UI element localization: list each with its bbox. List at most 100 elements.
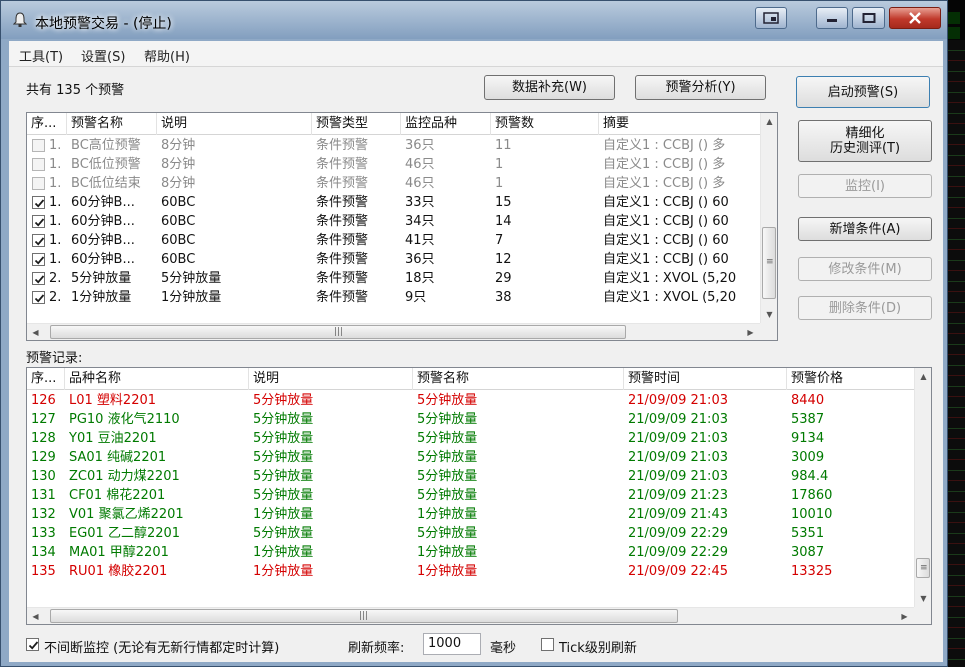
alert-col-type[interactable]: 预警类型 xyxy=(312,113,401,135)
alert-row[interactable]: 1. BC低位结束 8分钟 条件预警 46只 1 自定义1 : CCBJ () 多 xyxy=(27,174,760,193)
alert-enable-checkbox[interactable] xyxy=(32,139,45,152)
alert-analysis-button[interactable]: 预警分析(Y) xyxy=(635,75,766,100)
restore-tray-button[interactable] xyxy=(755,7,787,29)
alert-enable-checkbox[interactable] xyxy=(32,158,45,171)
alert-row[interactable]: 1. 60分钟B... 60BC 条件预警 33只 15 自定义1 : CCBJ () 60 xyxy=(27,193,760,212)
record-list-hscroll-thumb[interactable]: ||| xyxy=(50,609,678,623)
alert-row[interactable]: 1. 60分钟B... 60BC 条件预警 34只 14 自定义1 : CCBJ () 60 xyxy=(27,212,760,231)
alert-cell-name: BC高位预警 xyxy=(71,138,141,153)
scroll-left-arrow-icon[interactable]: ◀ xyxy=(27,608,44,624)
alert-cell-count: 38 xyxy=(495,290,512,305)
alert-col-seq[interactable]: 序... xyxy=(27,113,67,135)
alert-row[interactable]: 2. 5分钟放量 5分钟放量 条件预警 18只 29 自定义1 : XVOL (5,20 xyxy=(27,269,760,288)
continuous-monitor-checkbox[interactable] xyxy=(26,638,39,651)
alert-cell-type: 条件预警 xyxy=(316,138,369,153)
record-col-price[interactable]: 预警价格 xyxy=(787,368,914,390)
modify-condition-button[interactable]: 修改条件(M) xyxy=(798,257,932,281)
alert-col-name[interactable]: 预警名称 xyxy=(67,113,157,135)
alert-cell-symbols: 9只 xyxy=(405,290,427,305)
alert-cell-seq: 1. xyxy=(49,138,62,153)
backtest-button[interactable]: 精细化 历史测评(T) xyxy=(798,120,932,162)
alert-row[interactable]: 1. 60分钟B... 60BC 条件预警 36只 12 自定义1 : CCBJ () 60 xyxy=(27,250,760,269)
alert-col-count[interactable]: 预警数 xyxy=(491,113,599,135)
alert-list-hscroll[interactable]: ◀ ||| ▶ xyxy=(27,323,760,340)
alert-col-desc[interactable]: 说明 xyxy=(157,113,312,135)
alert-enable-checkbox[interactable] xyxy=(32,215,45,228)
alert-enable-checkbox[interactable] xyxy=(32,272,45,285)
scroll-right-arrow-icon[interactable]: ▶ xyxy=(742,324,759,340)
alert-row[interactable]: 1. BC低位预警 8分钟 条件预警 46只 1 自定义1 : CCBJ () 多 xyxy=(27,155,760,174)
scroll-right-arrow-icon[interactable]: ▶ xyxy=(896,608,913,624)
record-list-hscroll[interactable]: ◀ ||| ▶ xyxy=(27,607,914,624)
menu-tools[interactable]: 工具(T) xyxy=(19,46,63,65)
record-col-desc[interactable]: 说明 xyxy=(249,368,413,390)
record-row[interactable]: 135 RU01 橡胶2201 1分钟放量 1分钟放量 21/09/09 22:45 13… xyxy=(27,562,914,581)
alert-cell-summary: 自定义1 : CCBJ () 60 xyxy=(603,233,729,248)
alert-enable-checkbox[interactable] xyxy=(32,253,45,266)
record-row[interactable]: 131 CF01 棉花2201 5分钟放量 5分钟放量 21/09/09 21:23 17… xyxy=(27,486,914,505)
alert-list-vscroll-thumb[interactable]: ≡ xyxy=(762,227,776,299)
tray-icon xyxy=(763,12,779,24)
record-row[interactable]: 130 ZC01 动力煤2201 5分钟放量 5分钟放量 21/09/09 21:03 9… xyxy=(27,467,914,486)
alert-row[interactable]: 2. 1分钟放量 1分钟放量 条件预警 9只 38 自定义1 : XVOL (5,20 xyxy=(27,288,760,307)
record-col-alert[interactable]: 预警名称 xyxy=(413,368,624,390)
record-cell-symbol: V01 聚氯乙烯2201 xyxy=(69,507,184,522)
record-row[interactable]: 132 V01 聚氯乙烯2201 1分钟放量 1分钟放量 21/09/09 21:43 1… xyxy=(27,505,914,524)
tick-refresh-checkbox[interactable] xyxy=(541,638,554,651)
record-list-vscroll-thumb[interactable]: ≡ xyxy=(916,558,930,578)
alert-enable-checkbox[interactable] xyxy=(32,196,45,209)
add-condition-button[interactable]: 新增条件(A) xyxy=(798,217,932,241)
alert-list[interactable]: 序... 预警名称 说明 预警类型 监控品种 预警数 摘要 1. BC高位预警 8分… xyxy=(26,112,778,341)
alert-cell-seq: 1. xyxy=(49,195,62,210)
close-button[interactable] xyxy=(889,7,941,29)
alert-col-symbols[interactable]: 监控品种 xyxy=(401,113,491,135)
scroll-up-arrow-icon[interactable]: ▲ xyxy=(915,368,931,385)
scroll-down-arrow-icon[interactable]: ▼ xyxy=(761,306,777,323)
alert-cell-summary: 自定义1 : CCBJ () 多 xyxy=(603,138,726,153)
record-row[interactable]: 133 EG01 乙二醇2201 5分钟放量 5分钟放量 21/09/09 22:29 5… xyxy=(27,524,914,543)
record-cell-alert: 1分钟放量 xyxy=(417,507,478,522)
record-cell-time: 21/09/09 21:03 xyxy=(628,469,728,484)
alert-cell-desc: 8分钟 xyxy=(161,157,196,172)
alert-cell-type: 条件预警 xyxy=(316,252,369,267)
title-bar[interactable]: 本地预警交易 - (停止) xyxy=(1,1,947,39)
data-supplement-button[interactable]: 数据补充(W) xyxy=(484,75,615,100)
menu-settings[interactable]: 设置(S) xyxy=(81,46,125,65)
record-col-symbol[interactable]: 品种名称 xyxy=(65,368,249,390)
alert-enable-checkbox[interactable] xyxy=(32,177,45,190)
record-cell-desc: 5分钟放量 xyxy=(253,431,314,446)
record-cell-time: 21/09/09 21:03 xyxy=(628,431,728,446)
record-row[interactable]: 129 SA01 纯碱2201 5分钟放量 5分钟放量 21/09/09 21:03 30… xyxy=(27,448,914,467)
alert-enable-checkbox[interactable] xyxy=(32,234,45,247)
alert-col-summary[interactable]: 摘要 xyxy=(599,113,760,135)
scroll-up-arrow-icon[interactable]: ▲ xyxy=(761,113,777,130)
record-row[interactable]: 134 MA01 甲醇2201 1分钟放量 1分钟放量 21/09/09 22:29 30… xyxy=(27,543,914,562)
alert-cell-type: 条件预警 xyxy=(316,233,369,248)
alert-list-hscroll-thumb[interactable]: ||| xyxy=(50,325,626,339)
delete-condition-button[interactable]: 删除条件(D) xyxy=(798,296,932,320)
maximize-button[interactable] xyxy=(852,7,885,29)
start-alert-button[interactable]: 启动预警(S) xyxy=(796,76,930,108)
record-row[interactable]: 128 Y01 豆油2201 5分钟放量 5分钟放量 21/09/09 21:03 913… xyxy=(27,429,914,448)
record-cell-desc: 5分钟放量 xyxy=(253,488,314,503)
record-row[interactable]: 126 L01 塑料2201 5分钟放量 5分钟放量 21/09/09 21:03 844… xyxy=(27,391,914,410)
alert-list-vscroll[interactable]: ▲ ≡ ▼ xyxy=(760,113,777,323)
scroll-left-arrow-icon[interactable]: ◀ xyxy=(27,324,44,340)
alert-row[interactable]: 1. 60分钟B... 60BC 条件预警 41只 7 自定义1 : CCBJ () 60 xyxy=(27,231,760,250)
record-list-vscroll[interactable]: ▲ ≡ ▼ xyxy=(914,368,931,607)
record-cell-seq: 132 xyxy=(31,507,56,522)
menu-help[interactable]: 帮助(H) xyxy=(144,46,190,65)
alert-row[interactable]: 1. BC高位预警 8分钟 条件预警 36只 11 自定义1 : CCBJ () 多 xyxy=(27,136,760,155)
refresh-rate-input[interactable]: 1000 xyxy=(423,633,481,655)
alert-enable-checkbox[interactable] xyxy=(32,291,45,304)
record-cell-desc: 5分钟放量 xyxy=(253,526,314,541)
record-cell-seq: 127 xyxy=(31,412,56,427)
scroll-down-arrow-icon[interactable]: ▼ xyxy=(915,590,931,607)
monitor-button[interactable]: 监控(I) xyxy=(798,174,932,198)
record-cell-symbol: EG01 乙二醇2201 xyxy=(69,526,181,541)
record-col-seq[interactable]: 序... xyxy=(27,368,65,390)
record-col-time[interactable]: 预警时间 xyxy=(624,368,787,390)
alert-record-list[interactable]: 序... 品种名称 说明 预警名称 预警时间 预警价格 126 L01 塑料220… xyxy=(26,367,932,625)
minimize-button[interactable] xyxy=(816,7,848,29)
record-row[interactable]: 127 PG10 液化气2110 5分钟放量 5分钟放量 21/09/09 21:03 5… xyxy=(27,410,914,429)
